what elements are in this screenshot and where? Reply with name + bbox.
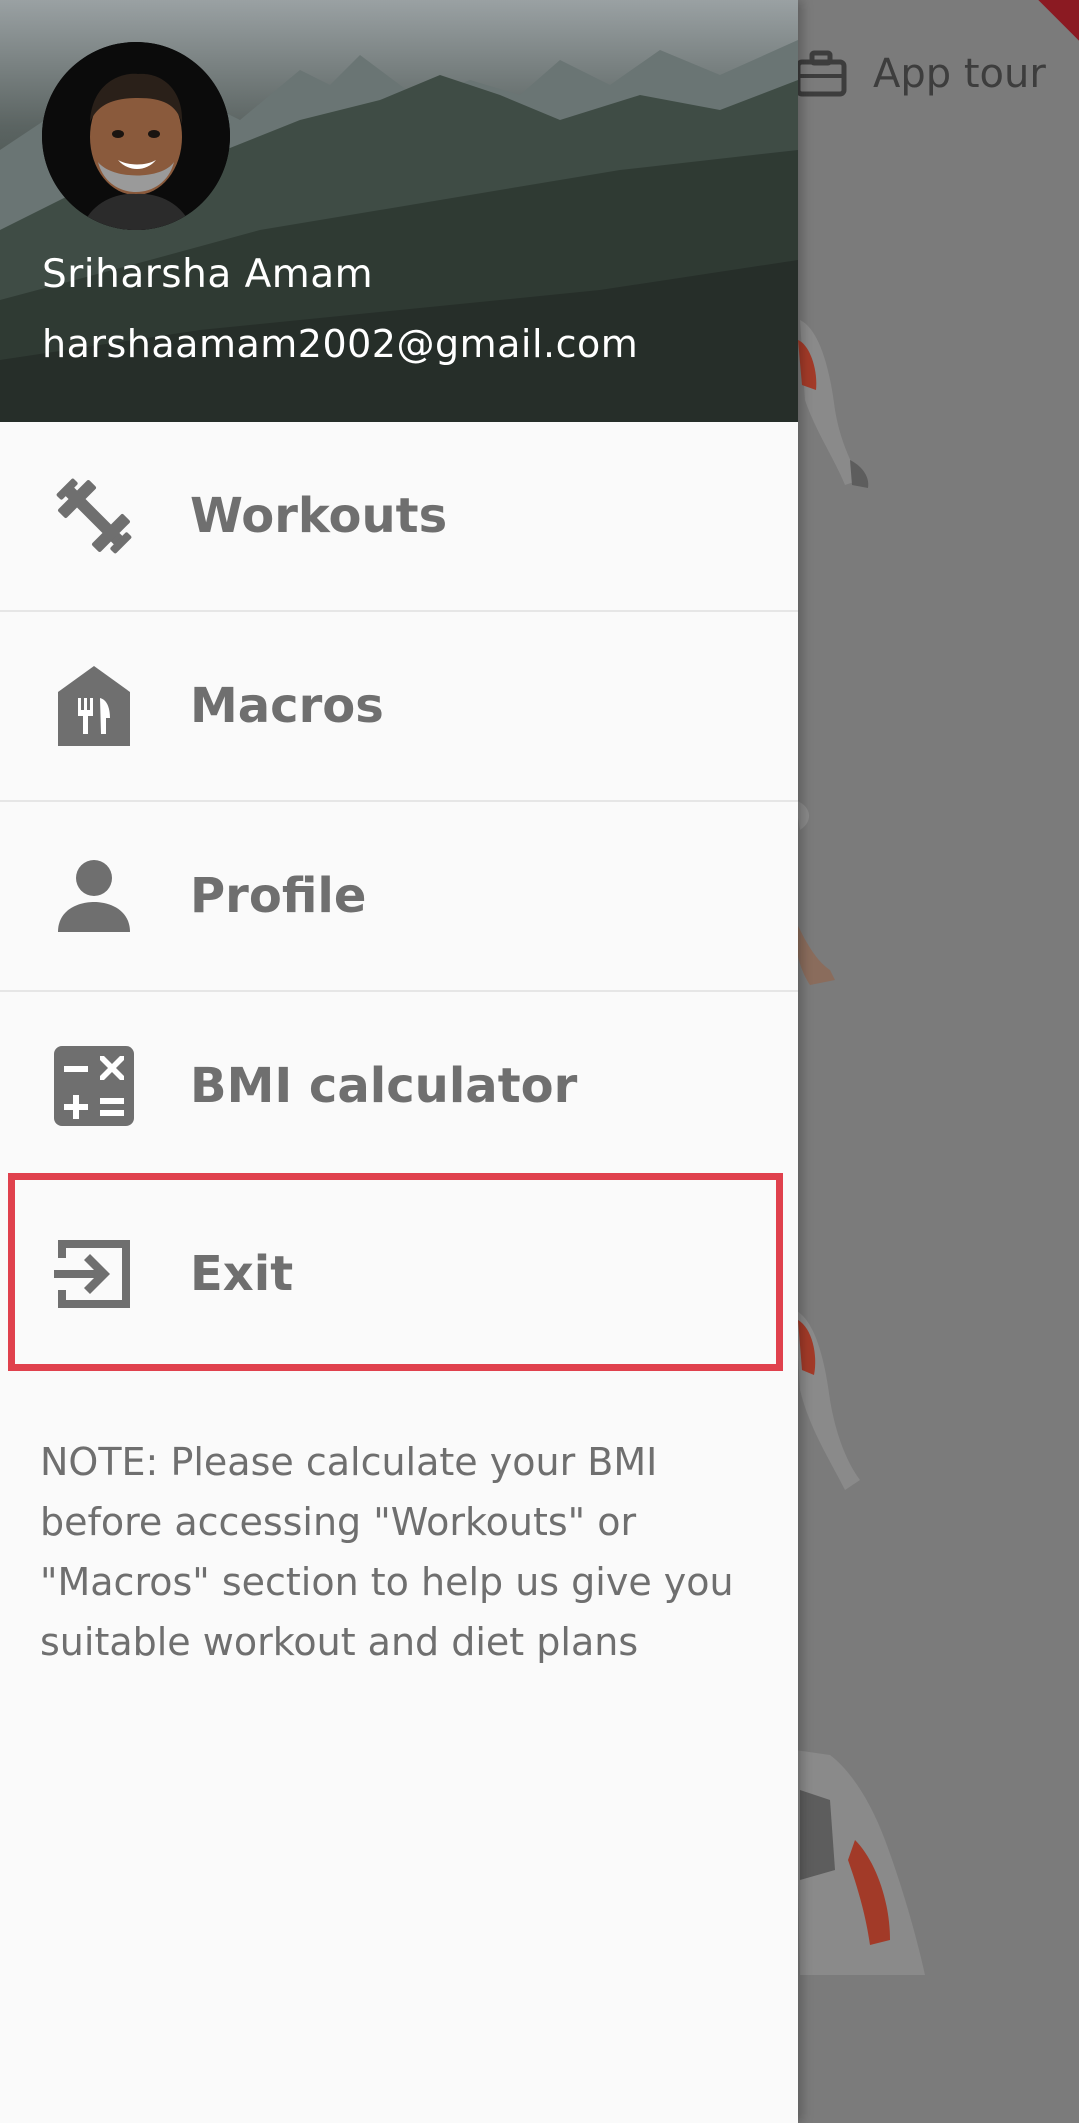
menu-label-macros: Macros xyxy=(190,678,384,734)
exit-highlight-box xyxy=(8,1173,783,1371)
user-email: harshaamam2002@gmail.com xyxy=(42,322,639,366)
avatar[interactable] xyxy=(42,42,230,230)
arm-muscle-image-2 xyxy=(795,1310,860,1490)
bmi-note: NOTE: Please calculate your BMI before a… xyxy=(40,1440,734,1664)
navigation-drawer: Sriharsha Amam harshaamam2002@gmail.com … xyxy=(0,0,798,2123)
app-tour-label: App tour xyxy=(873,51,1046,97)
briefcase-icon xyxy=(795,50,847,97)
menu-item-macros[interactable]: Macros xyxy=(0,612,798,802)
menu-item-bmi-calculator[interactable]: BMI calculator xyxy=(0,992,798,1180)
shoulder-muscle-image xyxy=(795,1750,925,1975)
menu-label-bmi-calculator: BMI calculator xyxy=(190,1058,578,1114)
leg-muscle-image xyxy=(795,800,835,985)
debug-banner xyxy=(1001,0,1079,49)
menu-item-profile[interactable]: Profile xyxy=(0,802,798,992)
restaurant-icon xyxy=(50,662,138,750)
calculator-icon xyxy=(50,1042,138,1130)
dumbbell-icon xyxy=(50,472,138,560)
menu-label-workouts: Workouts xyxy=(190,488,448,544)
arm-muscle-image-1 xyxy=(798,320,869,488)
menu-item-workouts[interactable]: Workouts xyxy=(0,422,798,612)
person-icon xyxy=(50,852,138,940)
menu-label-profile: Profile xyxy=(190,868,367,924)
app-tour-button[interactable]: App tour xyxy=(795,44,1046,104)
profile-photo xyxy=(42,42,230,230)
user-name: Sriharsha Amam xyxy=(42,252,374,297)
drawer-header: Sriharsha Amam harshaamam2002@gmail.com xyxy=(0,0,798,422)
